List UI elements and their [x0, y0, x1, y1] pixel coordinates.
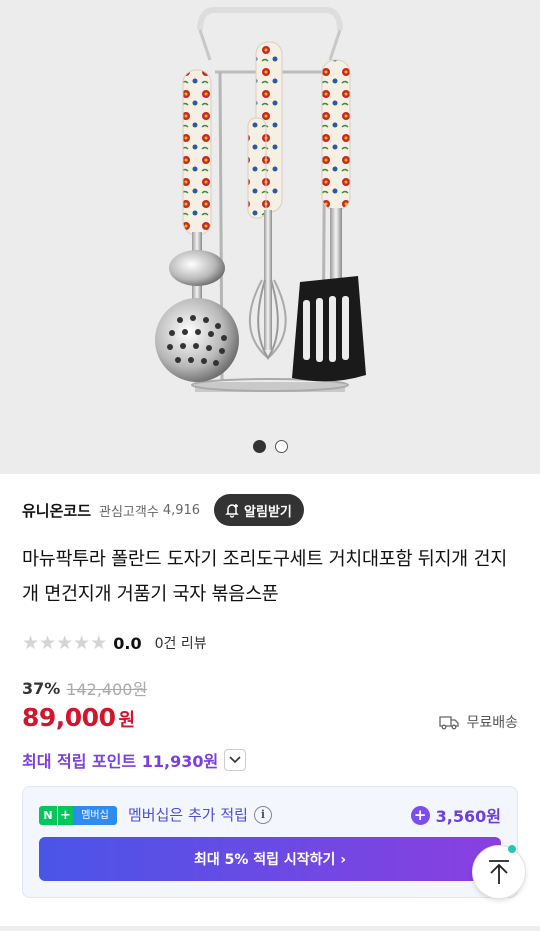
star-icon: ★	[56, 631, 74, 654]
max-points-text: 최대 적립 포인트 11,930원	[22, 752, 219, 771]
subscribe-alarm-button[interactable]: 알림받기	[214, 494, 304, 526]
membership-amount-value: 3,560원	[435, 807, 501, 826]
price-unit: 원	[118, 710, 136, 731]
badge-plus: +	[57, 806, 73, 825]
membership-text: 멤버십은 추가 적립 i	[128, 804, 272, 825]
rating-row[interactable]: ★ ★ ★ ★ ★ 0.0 0건 리뷰	[22, 630, 207, 656]
carousel-dot-2[interactable]	[274, 440, 288, 453]
alarm-label: 알림받기	[244, 504, 292, 520]
membership-amount: + 3,560원	[410, 803, 501, 827]
watchers-count: 4,916	[162, 502, 201, 518]
watchers-label: 관심고객수	[99, 504, 159, 520]
bell-plus-icon	[225, 504, 239, 518]
plus-circle-icon: +	[410, 805, 430, 825]
scroll-to-top-button[interactable]	[472, 845, 526, 899]
badge-n: N	[39, 806, 57, 825]
carousel-indicator	[0, 440, 540, 453]
store-info: 유니온코드 관심고객수 4,916 알림받기	[22, 494, 304, 526]
price-value: 89,000	[22, 703, 116, 732]
membership-text-label: 멤버십은 추가 적립	[128, 806, 248, 824]
section-divider	[0, 926, 540, 931]
utensil-set-illustration	[155, 7, 366, 392]
membership-box: N + 멤버십 멤버십은 추가 적립 i + 3,560원 최대 5% 적립 시…	[22, 786, 518, 898]
review-count-link[interactable]: 0건 리뷰	[155, 633, 207, 653]
original-price: 142,400원	[66, 680, 148, 699]
star-icon: ★	[73, 631, 91, 654]
star-icon: ★	[22, 631, 40, 654]
badge-label: 멤버십	[73, 806, 117, 825]
chevron-down-icon[interactable]	[224, 749, 247, 771]
product-image[interactable]	[0, 0, 540, 474]
truck-icon	[439, 716, 460, 730]
naver-plus-membership-badge: N + 멤버십	[39, 806, 117, 825]
star-icon: ★	[90, 631, 108, 654]
start-membership-button[interactable]: 최대 5% 적립 시작하기 ›	[39, 837, 501, 881]
shipping-label: 무료배송	[466, 715, 518, 731]
product-title: 마뉴팍투라 폴란드 도자기 조리도구세트 거치대포함 뒤지개 건지개 면건지개 …	[22, 549, 507, 605]
star-icon: ★	[39, 631, 57, 654]
discount-row: 37% 142,400원	[22, 676, 147, 700]
discount-rate: 37%	[22, 678, 61, 698]
rating-score: 0.0	[113, 633, 142, 653]
shipping-info: 무료배송	[439, 710, 518, 734]
carousel-dot-1[interactable]	[252, 440, 266, 453]
notification-dot	[508, 845, 516, 853]
arrow-up-icon	[489, 860, 509, 884]
store-name[interactable]: 유니온코드	[22, 500, 91, 521]
max-points-row[interactable]: 최대 적립 포인트 11,930원	[22, 746, 247, 774]
rating-stars: ★ ★ ★ ★ ★	[22, 631, 108, 654]
info-icon[interactable]: i	[253, 805, 272, 824]
sale-price: 89,000 원	[22, 703, 135, 741]
